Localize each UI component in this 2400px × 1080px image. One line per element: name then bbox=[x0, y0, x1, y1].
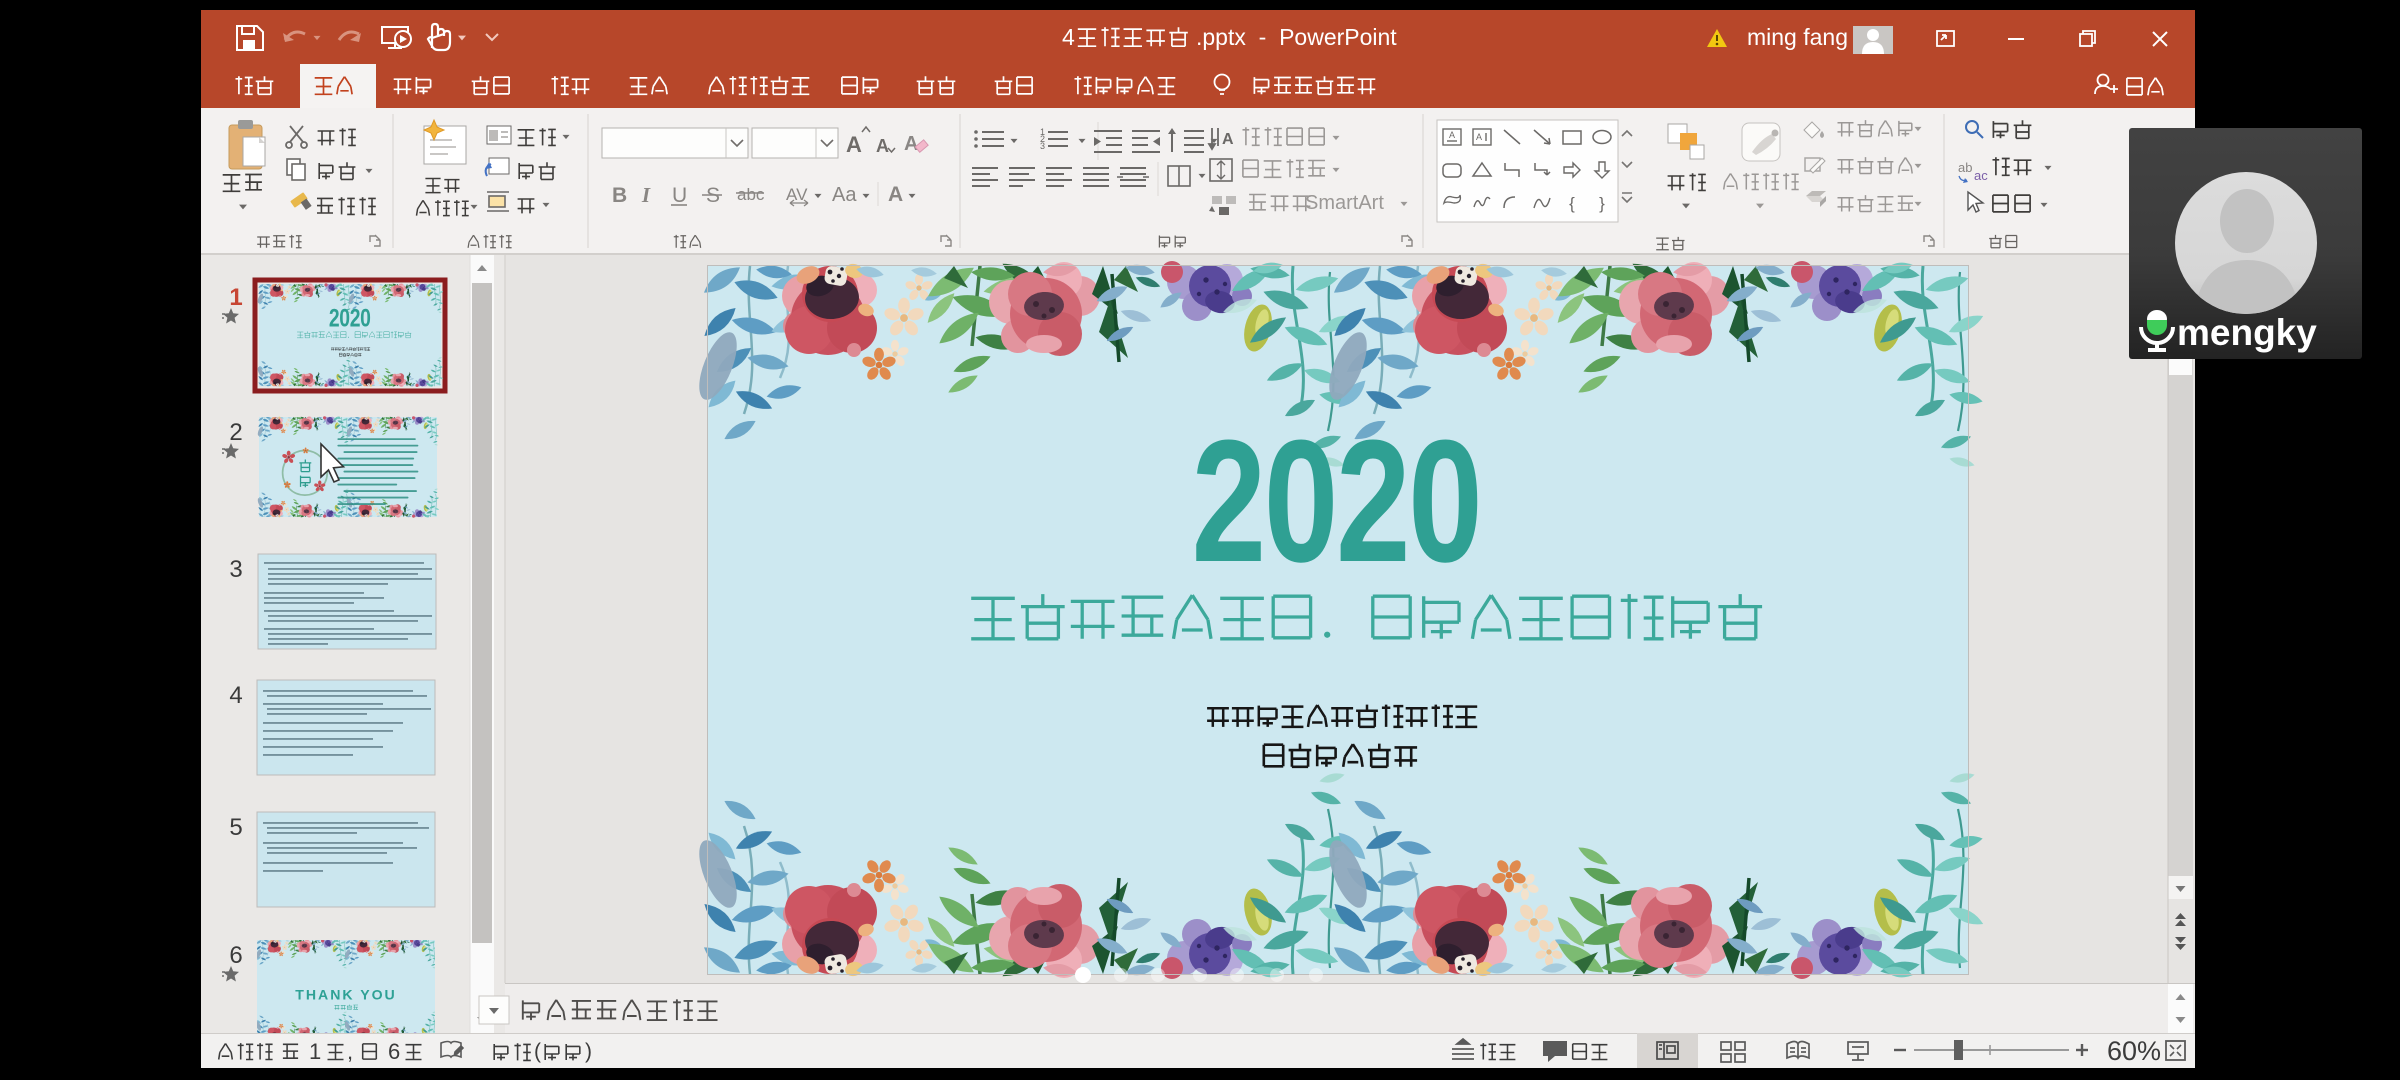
svg-text:SmartArt: SmartArt bbox=[1305, 192, 1384, 214]
svg-text:60%: 60% bbox=[2107, 1036, 2161, 1066]
svg-text:THANK YOU: THANK YOU bbox=[295, 986, 396, 1002]
svg-text:,: , bbox=[347, 1039, 353, 1064]
svg-text:3: 3 bbox=[1040, 141, 1045, 151]
svg-text:): ) bbox=[585, 1040, 592, 1063]
svg-text:A: A bbox=[1222, 131, 1234, 148]
svg-text:1: 1 bbox=[309, 1039, 321, 1064]
svg-text:2: 2 bbox=[229, 419, 242, 446]
svg-text:A: A bbox=[846, 132, 862, 157]
svg-text:3: 3 bbox=[229, 556, 242, 583]
svg-text:A: A bbox=[876, 136, 889, 156]
svg-text:I: I bbox=[641, 183, 651, 207]
svg-text:B: B bbox=[612, 184, 627, 207]
svg-text:A: A bbox=[888, 183, 903, 206]
svg-text:5: 5 bbox=[229, 814, 242, 841]
svg-text:6: 6 bbox=[388, 1039, 400, 1064]
svg-text:abc: abc bbox=[737, 185, 765, 204]
svg-text:A: A bbox=[904, 133, 918, 155]
svg-text:ab: ab bbox=[1958, 160, 1972, 175]
svg-text:U: U bbox=[672, 184, 687, 207]
svg-text:.pptx - PowerPoint: .pptx - PowerPoint bbox=[1196, 24, 1397, 50]
svg-text:mengky: mengky bbox=[2177, 312, 2317, 353]
svg-text:Aa: Aa bbox=[832, 184, 857, 206]
svg-text:ac: ac bbox=[1974, 168, 1988, 183]
svg-text:}: } bbox=[1599, 194, 1605, 213]
svg-text:1: 1 bbox=[229, 284, 242, 311]
svg-text:ming fang: ming fang bbox=[1747, 24, 1848, 50]
svg-text:4: 4 bbox=[229, 682, 242, 709]
svg-text:A: A bbox=[1476, 132, 1482, 142]
svg-text:{: { bbox=[1569, 194, 1575, 213]
svg-text:4: 4 bbox=[1062, 24, 1075, 50]
svg-text:A: A bbox=[1449, 130, 1455, 140]
svg-text:(: ( bbox=[534, 1040, 541, 1063]
svg-text:6: 6 bbox=[229, 942, 242, 969]
